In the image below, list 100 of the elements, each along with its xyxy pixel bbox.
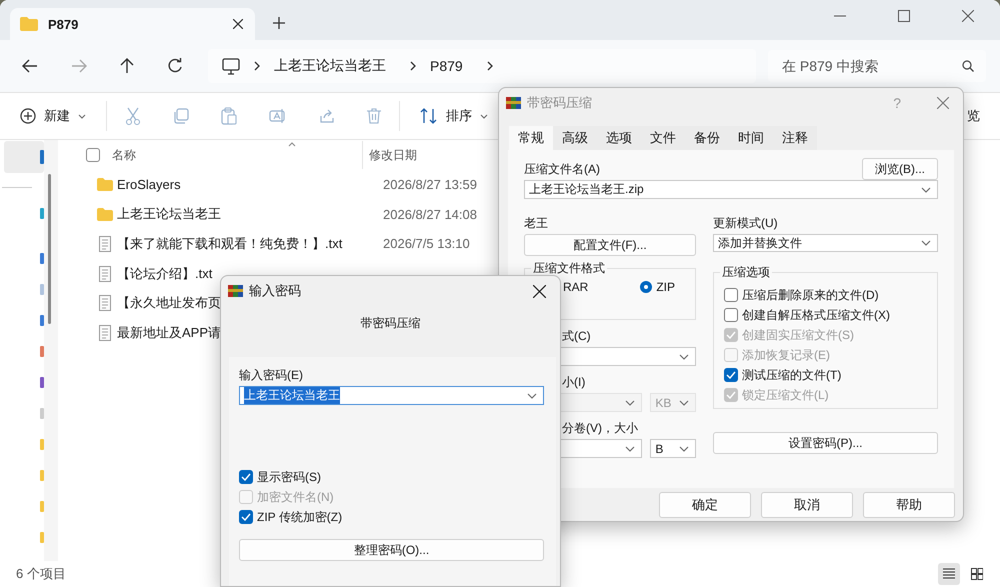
sidebar-icon[interactable]: [40, 408, 44, 419]
checkbox-label: 创建自解压格式压缩文件(X): [742, 306, 890, 324]
radio-button[interactable]: [640, 281, 652, 293]
field-label: 输入密码(E): [239, 367, 304, 384]
clipboard-icon[interactable]: [221, 107, 237, 125]
scrollbar-thumb[interactable]: [48, 174, 51, 324]
checkbox[interactable]: [239, 470, 253, 484]
sort-button[interactable]: 排序: [418, 103, 490, 129]
sidebar-icon[interactable]: [40, 470, 44, 481]
list-icon[interactable]: [943, 568, 955, 580]
dialog-button[interactable]: 取消: [761, 492, 853, 518]
dropdown-caret-icon: [527, 392, 537, 398]
checkbox[interactable]: [239, 510, 253, 524]
profiles-button[interactable]: 配置文件(F)...: [524, 234, 696, 256]
chevron-right-icon: [486, 61, 493, 71]
toolbar-label: 览: [967, 107, 980, 125]
radio-label: ZIP: [656, 280, 675, 294]
books-icon: [228, 284, 243, 298]
field-label: 压缩文件名(A): [524, 161, 600, 178]
modified-date: 2026/8/27 14:08: [383, 206, 477, 222]
document-icon: [99, 266, 111, 282]
folder-icon: [97, 178, 113, 192]
close-icon[interactable]: [233, 19, 243, 29]
grid-icon[interactable]: [971, 568, 983, 580]
document-icon: [99, 236, 111, 252]
radio-label: RAR: [563, 280, 588, 294]
tab[interactable]: 常规: [509, 126, 553, 150]
tab[interactable]: 备份: [685, 126, 729, 150]
checkbox[interactable]: [724, 308, 738, 322]
close-icon[interactable]: [533, 284, 546, 298]
rename-icon[interactable]: [269, 108, 287, 124]
tab[interactable]: 选项: [597, 126, 641, 150]
sidebar-item[interactable]: [4, 141, 44, 173]
sidebar-icon[interactable]: [40, 501, 44, 512]
field-label: 式(C): [561, 328, 591, 345]
sidebar-icon[interactable]: [40, 532, 44, 543]
sidebar-icon[interactable]: [40, 439, 44, 450]
password-combobox[interactable]: 上老王论坛当老王: [239, 386, 544, 405]
dictionary-size-combobox[interactable]: [560, 393, 642, 412]
dialog-button[interactable]: 确定: [659, 492, 751, 518]
folder-tab[interactable]: P879: [10, 8, 255, 40]
compression-method-combobox[interactable]: [560, 347, 696, 366]
modified-date: 2026/8/27 13:59: [383, 177, 477, 192]
volume-size-combobox[interactable]: [560, 439, 642, 458]
tab[interactable]: 文件: [641, 126, 685, 150]
sidebar-icon[interactable]: [40, 208, 44, 219]
copy-icon[interactable]: [173, 108, 189, 124]
sidebar-icon[interactable]: [40, 315, 44, 326]
checkbox[interactable]: [724, 368, 738, 382]
forward-arrow-icon[interactable]: [71, 59, 87, 73]
update-mode-combobox[interactable]: 添加并替换文件: [713, 234, 938, 252]
breadcrumb-item[interactable]: P879: [430, 58, 463, 74]
dropdown-caret-icon: [679, 354, 689, 360]
file-name[interactable]: 上老王论坛当老王: [117, 205, 383, 224]
item-count: 6 个项目: [16, 565, 66, 583]
details-view-button[interactable]: [938, 563, 960, 585]
close-icon[interactable]: [962, 10, 974, 22]
address-bar[interactable]: 上老王论坛当老王 P879: [208, 49, 756, 83]
dialog-button[interactable]: 帮助: [863, 492, 955, 518]
field-label: 小(I): [561, 374, 586, 391]
refresh-icon[interactable]: [167, 58, 183, 74]
tab[interactable]: 时间: [729, 126, 773, 150]
sidebar-icon[interactable]: [40, 253, 44, 264]
checkbox-label: ZIP 传统加密(Z): [257, 508, 342, 526]
tab[interactable]: 高级: [553, 126, 597, 150]
archive-name-combobox[interactable]: 上老王论坛当老王.zip: [524, 180, 938, 199]
search-field[interactable]: 在 P879 中搜索: [768, 50, 986, 82]
checkbox[interactable]: [724, 288, 738, 302]
breadcrumb-item[interactable]: 上老王论坛当老王: [274, 57, 386, 75]
new-button[interactable]: 新建: [18, 103, 88, 129]
size-unit-combobox[interactable]: B: [650, 439, 696, 458]
dropdown-caret-icon: [78, 114, 86, 118]
field-label: 更新模式(U): [713, 215, 778, 232]
sidebar-icon[interactable]: [40, 377, 44, 388]
sidebar-icon[interactable]: [40, 346, 44, 357]
file-name[interactable]: 【来了就能下载和观看！纯免费！】.txt: [117, 234, 383, 253]
share-icon[interactable]: [319, 108, 335, 124]
column-header[interactable]: 修改日期: [362, 141, 417, 169]
checkbox-label: 压缩后删除原来的文件(D): [742, 286, 879, 304]
select-all-checkbox[interactable]: [86, 148, 100, 162]
set-password-button[interactable]: 设置密码(P)...: [713, 432, 938, 454]
sidebar-icon[interactable]: [40, 150, 44, 164]
up-arrow-icon[interactable]: [120, 58, 134, 74]
trash-icon[interactable]: [367, 108, 381, 124]
sort-caret-icon: [288, 142, 296, 147]
tab[interactable]: 注释: [773, 126, 817, 150]
browse-button[interactable]: 浏览(B)...: [862, 158, 938, 180]
dropdown-caret-icon: [679, 400, 689, 406]
sidebar-icon[interactable]: [40, 284, 44, 295]
organize-passwords-button[interactable]: 整理密码(O)...: [239, 539, 544, 561]
folder-icon: [97, 208, 113, 221]
back-arrow-icon[interactable]: [22, 59, 38, 73]
column-header[interactable]: 名称: [112, 146, 350, 164]
group-title: 压缩选项: [720, 264, 772, 281]
file-name[interactable]: EroSlayers: [117, 177, 383, 192]
dialog-title: 带密码压缩: [527, 94, 592, 112]
maximize-icon[interactable]: [898, 10, 910, 22]
plus-icon[interactable]: [273, 17, 285, 29]
checkbox-label: 加密文件名(N): [257, 488, 334, 506]
scissors-icon[interactable]: [125, 107, 141, 125]
